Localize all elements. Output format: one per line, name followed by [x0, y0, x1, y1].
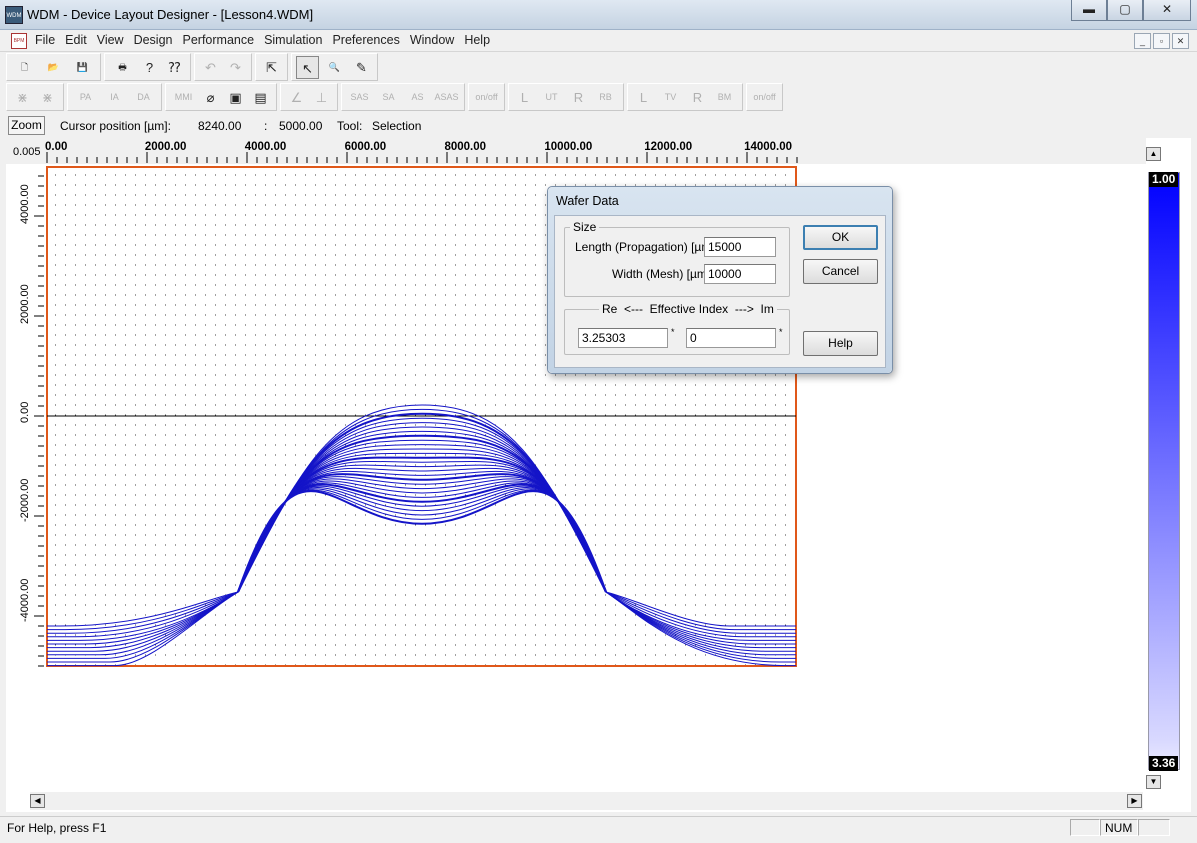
arrayed-waveguide — [237, 483, 607, 593]
ok-button[interactable]: OK — [803, 225, 878, 250]
arrayed-waveguide — [237, 482, 607, 593]
arrayed-waveguide — [237, 487, 607, 593]
effective-index-im-input[interactable]: 0 — [686, 328, 776, 348]
arrayed-waveguide — [237, 452, 607, 593]
colorbar-bottom-label: 3.36 — [1149, 756, 1179, 771]
y-ruler-label: 4000.00 — [19, 184, 31, 225]
x-ruler-label: 12000.00 — [644, 141, 693, 153]
horizontal-scrollbar[interactable] — [30, 792, 1143, 810]
scroll-left-arrow[interactable]: ◀ — [30, 794, 45, 808]
x-ruler-label: 0.00 — [45, 141, 68, 153]
arrayed-waveguide — [237, 434, 607, 593]
width-label: Width (Mesh) [µm]: — [612, 267, 714, 281]
colorbar-down-arrow[interactable]: ▼ — [1146, 775, 1161, 789]
arrayed-waveguide — [237, 461, 607, 593]
layout-canvas[interactable] — [0, 0, 1197, 843]
index-colorbar — [1148, 172, 1180, 770]
y-ruler-label: 0.00 — [19, 401, 31, 423]
size-groupbox: Size Length (Propagation) [µm]: 15000 Wi… — [564, 220, 790, 297]
width-input[interactable]: 10000 — [704, 264, 776, 284]
num-lock-indicator: NUM — [1100, 819, 1138, 836]
ruler-corner-value: 0.005 — [13, 146, 41, 158]
status-pane-empty — [1070, 819, 1100, 836]
wafer-data-dialog: Wafer Data Size Length (Propagation) [µm… — [547, 186, 893, 374]
arrayed-waveguide — [237, 488, 607, 593]
arrayed-waveguide — [237, 467, 607, 593]
status-pane-scroll — [1138, 819, 1170, 836]
cancel-button[interactable]: Cancel — [803, 259, 878, 284]
dialog-title: Wafer Data — [556, 194, 619, 208]
help-button[interactable]: Help — [803, 331, 878, 356]
arrayed-waveguide — [237, 404, 607, 593]
re-asterisk: * — [671, 327, 675, 337]
length-label: Length (Propagation) [µm]: — [575, 240, 718, 254]
x-ruler-label: 14000.00 — [744, 141, 793, 153]
arrayed-waveguide — [237, 430, 607, 593]
arrayed-waveguide — [237, 448, 607, 593]
x-ruler-label: 6000.00 — [344, 141, 387, 153]
arrayed-waveguide — [237, 426, 607, 593]
x-ruler-label: 8000.00 — [444, 141, 487, 153]
size-group-label: Size — [570, 220, 600, 234]
effective-index-re-input[interactable]: 3.25303 — [578, 328, 668, 348]
x-ruler-label: 2000.00 — [144, 141, 187, 153]
arrayed-waveguide — [237, 439, 607, 593]
status-help-text: For Help, press F1 — [7, 821, 107, 835]
x-ruler-label: 4000.00 — [244, 141, 287, 153]
y-ruler-label: -4000.00 — [19, 578, 31, 622]
x-ruler-label: 10000.00 — [544, 141, 593, 153]
im-asterisk: * — [779, 327, 783, 337]
y-ruler-label: -2000.00 — [19, 478, 31, 523]
y-ruler-label: 2000.00 — [19, 283, 31, 324]
length-input[interactable]: 15000 — [704, 237, 776, 257]
arrayed-waveguide — [237, 489, 607, 593]
dialog-client-area: Size Length (Propagation) [µm]: 15000 Wi… — [554, 215, 886, 368]
colorbar-top-label: 1.00 — [1149, 172, 1179, 187]
scroll-right-arrow[interactable]: ▶ — [1127, 794, 1142, 808]
colorbar-up-arrow[interactable]: ▲ — [1146, 147, 1161, 161]
arrayed-waveguide — [237, 422, 607, 593]
effective-index-label: Re <--- Effective Index ---> Im — [599, 302, 777, 316]
status-bar: For Help, press F1 NUM — [0, 816, 1197, 838]
effective-index-groupbox: Re <--- Effective Index ---> Im 3.25303 … — [564, 302, 790, 355]
